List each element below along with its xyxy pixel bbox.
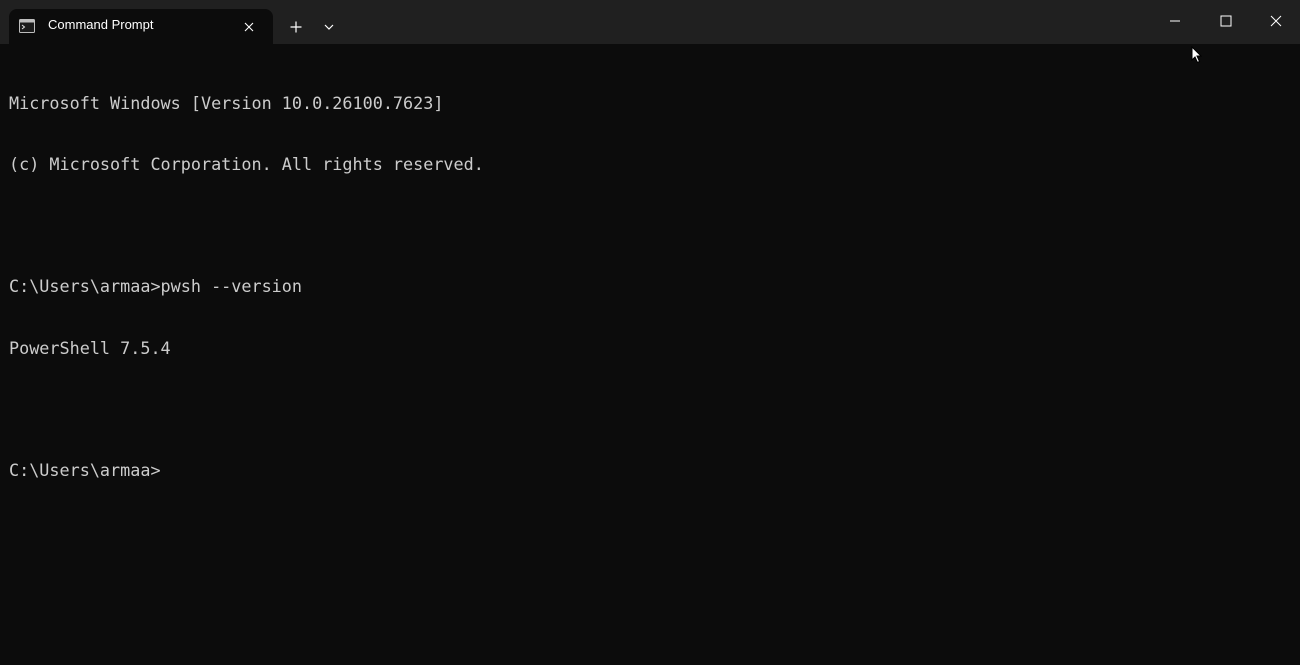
close-icon xyxy=(1270,15,1282,27)
tab-dropdown-button[interactable] xyxy=(318,15,340,39)
chevron-down-icon xyxy=(324,24,334,30)
terminal-window: Command Prompt Microsoft Windows [Versio… xyxy=(0,0,1300,665)
terminal-icon xyxy=(19,19,35,33)
tab-title: Command Prompt xyxy=(48,17,154,32)
plus-icon xyxy=(290,21,302,33)
terminal-line: Microsoft Windows [Version 10.0.26100.76… xyxy=(9,92,444,113)
terminal-output[interactable]: Microsoft Windows [Version 10.0.26100.76… xyxy=(9,52,1289,652)
minimize-icon xyxy=(1170,20,1180,22)
maximize-icon xyxy=(1220,15,1232,27)
terminal-prompt[interactable]: C:\Users\armaa> xyxy=(9,460,1289,480)
new-tab-button[interactable] xyxy=(284,15,308,39)
maximize-button[interactable] xyxy=(1201,0,1251,42)
minimize-button[interactable] xyxy=(1150,0,1200,42)
tab-close-button[interactable] xyxy=(239,17,259,37)
terminal-line: C:\Users\armaa>pwsh --version xyxy=(9,276,302,297)
close-window-button[interactable] xyxy=(1251,0,1300,42)
title-bar[interactable]: Command Prompt xyxy=(0,0,1300,44)
close-icon xyxy=(244,22,254,32)
terminal-line: PowerShell 7.5.4 xyxy=(9,337,171,358)
terminal-line: (c) Microsoft Corporation. All rights re… xyxy=(9,154,484,175)
mouse-pointer-icon xyxy=(1191,45,1203,64)
tab-command-prompt[interactable]: Command Prompt xyxy=(9,9,273,44)
